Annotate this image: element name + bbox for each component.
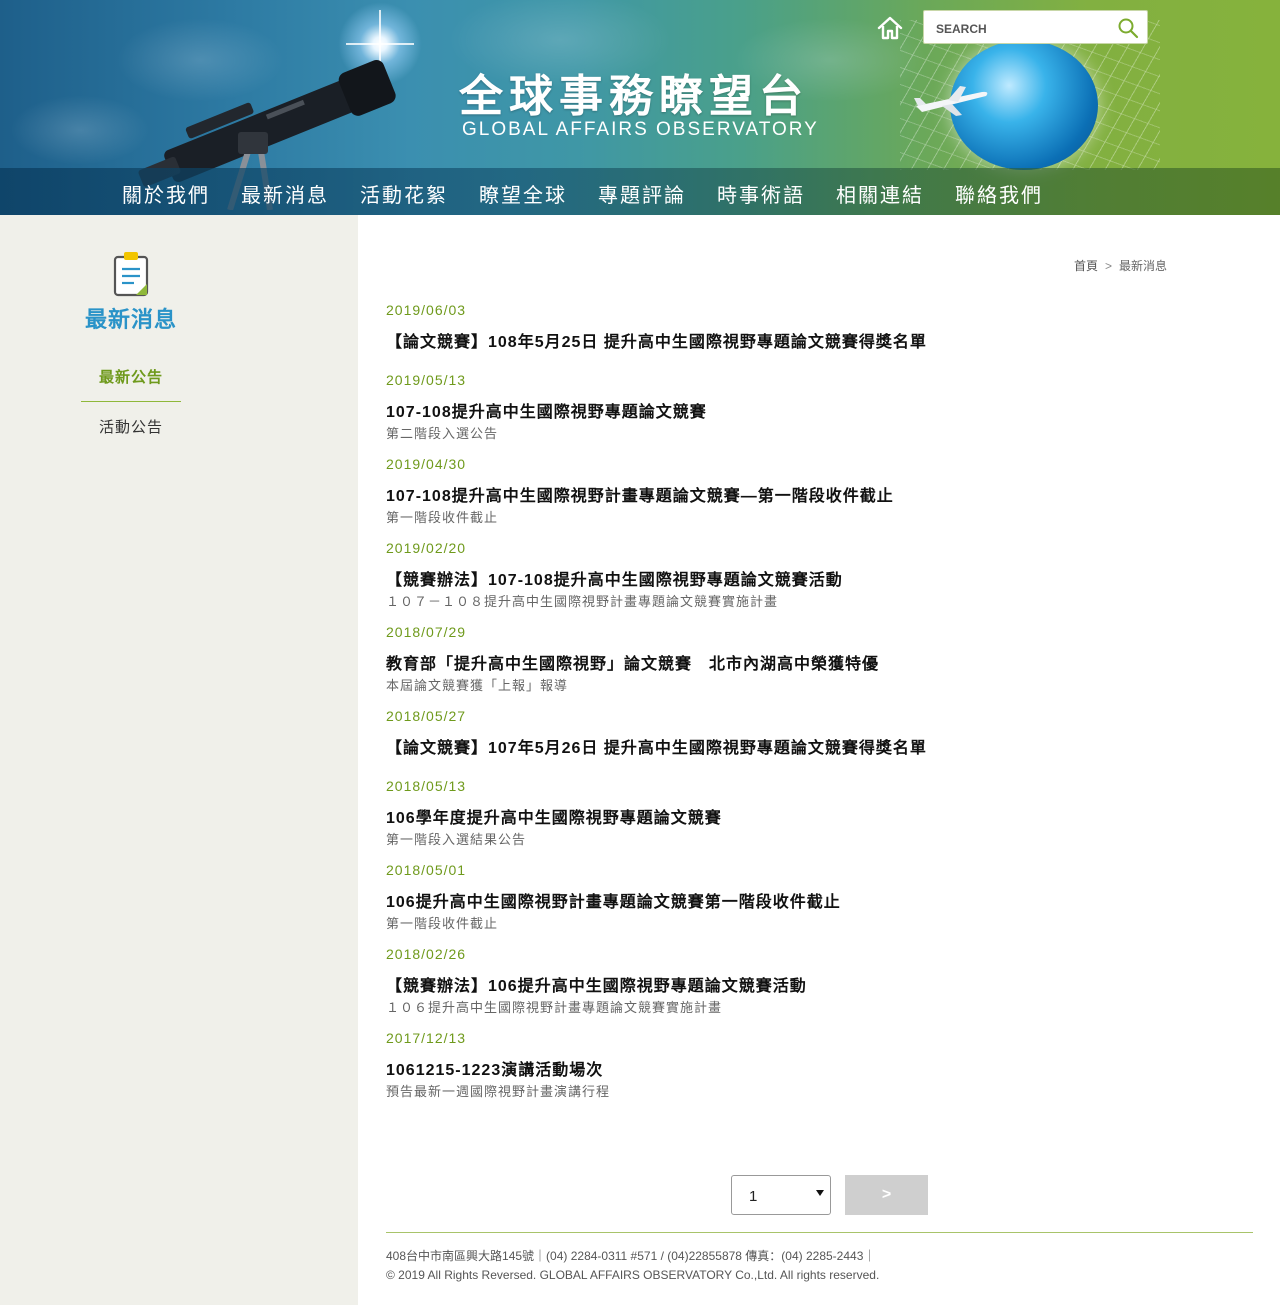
clipboard-icon xyxy=(113,252,149,297)
footer-divider xyxy=(386,1232,1253,1233)
news-date: 2019/04/30 xyxy=(386,456,467,472)
news-subtitle: 第一階段入選結果公告 xyxy=(386,832,527,847)
sidebar: 最新消息 最新公告 活動公告 xyxy=(0,215,358,1305)
search-icon xyxy=(1118,18,1139,39)
news-date: 2018/02/26 xyxy=(386,946,467,962)
search-input[interactable] xyxy=(934,18,1108,40)
nav-about[interactable]: 關於我們 xyxy=(122,179,210,208)
news-item: 2018/05/27 【論文競賽】107年5月26日 提升高中生國際視野專題論文… xyxy=(386,708,1266,778)
sidebar-item-latest-announcements[interactable]: 最新公告 xyxy=(81,366,181,387)
search-button[interactable] xyxy=(1117,17,1139,39)
nav-events[interactable]: 活動花絮 xyxy=(360,179,448,208)
news-title-link[interactable]: 106提升高中生國際視野計畫專題論文競賽第一階段收件截止 xyxy=(386,888,841,912)
news-date: 2019/02/20 xyxy=(386,540,467,556)
news-item: 2018/05/01 106提升高中生國際視野計畫專題論文競賽第一階段收件截止 … xyxy=(386,862,1266,946)
breadcrumb-separator: > xyxy=(1105,259,1113,273)
news-title-link[interactable]: 【論文競賽】108年5月25日 提升高中生國際視野專題論文競賽得獎名單 xyxy=(386,328,927,352)
footer-address: 408台中市南區興大路145號｜(04) 2284-0311 #571 / (0… xyxy=(386,1249,876,1263)
sidebar-divider xyxy=(81,401,181,402)
footer-copyright: © 2019 All Rights Reversed. GLOBAL AFFAI… xyxy=(386,1268,880,1282)
site-subtitle: GLOBAL AFFAIRS OBSERVATORY xyxy=(462,119,819,140)
home-icon xyxy=(877,16,903,40)
news-item: 2018/05/13 106學年度提升高中生國際視野專題論文競賽 第一階段入選結… xyxy=(386,778,1266,862)
news-list: 2019/06/03 【論文競賽】108年5月25日 提升高中生國際視野專題論文… xyxy=(386,302,1266,1114)
news-title-link[interactable]: 107-108提升高中生國際視野計畫專題論文競賽—第一階段收件截止 xyxy=(386,482,894,506)
next-page-button[interactable]: > xyxy=(845,1175,928,1215)
breadcrumb-home-link[interactable]: 首頁 xyxy=(1074,259,1098,273)
home-button[interactable] xyxy=(874,12,906,44)
breadcrumb-current: 最新消息 xyxy=(1119,259,1168,273)
news-item: 2019/02/20 【競賽辦法】107-108提升高中生國際視野專題論文競賽活… xyxy=(386,540,1266,624)
site-header: 全球事務瞭望台 GLOBAL AFFAIRS OBSERVATORY 關於我們 … xyxy=(0,0,1280,215)
news-item: 2019/06/03 【論文競賽】108年5月25日 提升高中生國際視野專題論文… xyxy=(386,302,1266,372)
news-title-link[interactable]: 【論文競賽】107年5月26日 提升高中生國際視野專題論文競賽得獎名單 xyxy=(386,734,927,758)
news-date: 2018/07/29 xyxy=(386,624,467,640)
news-date: 2018/05/13 xyxy=(386,778,467,794)
news-subtitle: 第一階段收件截止 xyxy=(386,916,499,931)
news-subtitle: 第二階段入選公告 xyxy=(386,426,499,441)
news-subtitle: 第一階段收件截止 xyxy=(386,510,499,525)
news-item: 2019/05/13 107-108提升高中生國際視野專題論文競賽 第二階段入選… xyxy=(386,372,1266,456)
page-select[interactable]: 1 xyxy=(731,1175,831,1215)
news-item: 2017/12/13 1061215-1223演講活動場次 預告最新一週國際視野… xyxy=(386,1030,1266,1114)
news-subtitle: １０７－１０８提升高中生國際視野計畫專題論文競賽實施計畫 xyxy=(386,594,779,609)
news-title-link[interactable]: 【競賽辦法】107-108提升高中生國際視野專題論文競賽活動 xyxy=(386,566,843,590)
search-box xyxy=(923,10,1148,44)
site-title: 全球事務瞭望台 xyxy=(459,72,809,121)
nav-news[interactable]: 最新消息 xyxy=(241,179,329,208)
news-item: 2018/02/26 【競賽辦法】106提升高中生國際視野專題論文競賽活動 １０… xyxy=(386,946,1266,1030)
main-nav: 關於我們 最新消息 活動花絮 瞭望全球 專題評論 時事術語 相關連結 聯絡我們 xyxy=(0,168,1280,215)
news-subtitle: 本屆論文競賽獲「上報」報導 xyxy=(386,678,569,693)
airplane-illustration xyxy=(914,86,988,116)
news-date: 2017/12/13 xyxy=(386,1030,467,1046)
news-date: 2019/06/03 xyxy=(386,302,467,318)
nav-contact[interactable]: 聯絡我們 xyxy=(955,179,1043,208)
news-title-link[interactable]: 106學年度提升高中生國際視野專題論文競賽 xyxy=(386,804,722,828)
news-date: 2019/05/13 xyxy=(386,372,467,388)
news-date: 2018/05/01 xyxy=(386,862,467,878)
page-select-value: 1 xyxy=(749,1188,758,1205)
news-title-link[interactable]: 【競賽辦法】106提升高中生國際視野專題論文競賽活動 xyxy=(386,972,807,996)
news-title-link[interactable]: 1061215-1223演講活動場次 xyxy=(386,1056,603,1080)
news-item: 2019/04/30 107-108提升高中生國際視野計畫專題論文競賽—第一階段… xyxy=(386,456,1266,540)
nav-global[interactable]: 瞭望全球 xyxy=(479,179,567,208)
dropdown-arrow-icon xyxy=(816,1190,824,1196)
news-date: 2018/05/27 xyxy=(386,708,467,724)
nav-commentary[interactable]: 專題評論 xyxy=(598,179,686,208)
sidebar-title: 最新消息 xyxy=(84,307,177,332)
news-title-link[interactable]: 教育部「提升高中生國際視野」論文競賽 北市內湖高中榮獲特優 xyxy=(386,650,879,674)
news-title-link[interactable]: 107-108提升高中生國際視野專題論文競賽 xyxy=(386,398,707,422)
news-subtitle: １０６提升高中生國際視野計畫專題論文競賽實施計畫 xyxy=(386,1000,723,1015)
breadcrumb: 首頁 > 最新消息 xyxy=(1074,257,1167,274)
nav-links[interactable]: 相關連結 xyxy=(836,179,924,208)
nav-glossary[interactable]: 時事術語 xyxy=(717,179,805,208)
news-item: 2018/07/29 教育部「提升高中生國際視野」論文競賽 北市內湖高中榮獲特優… xyxy=(386,624,1266,708)
news-subtitle: 預告最新一週國際視野計畫演講行程 xyxy=(386,1084,611,1099)
sidebar-item-event-announcements[interactable]: 活動公告 xyxy=(81,416,181,437)
